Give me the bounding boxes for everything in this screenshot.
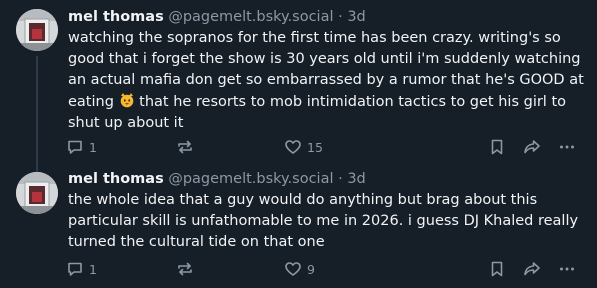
timestamp[interactable]: 3d (347, 171, 365, 187)
share-arrow-icon (523, 138, 541, 156)
repost-arrows-icon (176, 260, 194, 278)
bookmark-icon (488, 260, 506, 278)
author-name[interactable]: mel thomas (68, 171, 164, 187)
avatar[interactable] (16, 9, 58, 51)
more-options-button[interactable] (558, 259, 576, 279)
heart-icon (284, 260, 302, 278)
bookmark-button[interactable] (488, 259, 506, 279)
author-name[interactable]: mel thomas (68, 9, 164, 25)
separator-dot: · (338, 9, 343, 25)
like-button[interactable]: 15 (284, 137, 323, 157)
more-dots-icon (558, 138, 576, 156)
post-header: mel thomas @pagemelt.bsky.social · 3d (68, 8, 366, 26)
author-handle[interactable]: @pagemelt.bsky.social (168, 171, 333, 187)
reply-bubble-icon (66, 260, 84, 278)
like-count: 9 (307, 261, 315, 277)
author-handle[interactable]: @pagemelt.bsky.social (168, 9, 333, 25)
reply-bubble-icon (66, 138, 84, 156)
reply-button[interactable]: 1 (66, 137, 97, 157)
post-actions: 1 9 (66, 259, 586, 279)
repost-arrows-icon (176, 138, 194, 156)
cat-face-emoji (119, 92, 135, 108)
post-text-part-2: that he resorts to mob intimidation tact… (68, 93, 566, 131)
post-header: mel thomas @pagemelt.bsky.social · 3d (68, 170, 366, 188)
bookmark-button[interactable] (488, 137, 506, 157)
reply-button[interactable]: 1 (66, 259, 97, 279)
like-button[interactable]: 9 (284, 259, 315, 279)
share-button[interactable] (523, 137, 541, 157)
post-2[interactable]: mel thomas @pagemelt.bsky.social · 3d th… (0, 166, 597, 288)
repost-button[interactable] (176, 137, 194, 157)
reply-count: 1 (89, 261, 97, 277)
repost-button[interactable] (176, 259, 194, 279)
more-options-button[interactable] (558, 137, 576, 157)
post-actions: 1 15 (66, 137, 586, 157)
thread-line (36, 56, 38, 172)
post-text: the whole idea that a guy would do anyth… (68, 192, 579, 251)
share-button[interactable] (523, 259, 541, 279)
bookmark-icon (488, 138, 506, 156)
post-1[interactable]: mel thomas @pagemelt.bsky.social · 3d wa… (0, 0, 597, 172)
avatar[interactable] (16, 172, 58, 214)
separator-dot: · (338, 171, 343, 187)
heart-icon (284, 138, 302, 156)
reply-count: 1 (89, 139, 97, 155)
more-dots-icon (558, 260, 576, 278)
share-arrow-icon (523, 260, 541, 278)
post-text: watching the sopranos for the first time… (68, 28, 588, 134)
like-count: 15 (307, 139, 323, 155)
timestamp[interactable]: 3d (347, 9, 365, 25)
